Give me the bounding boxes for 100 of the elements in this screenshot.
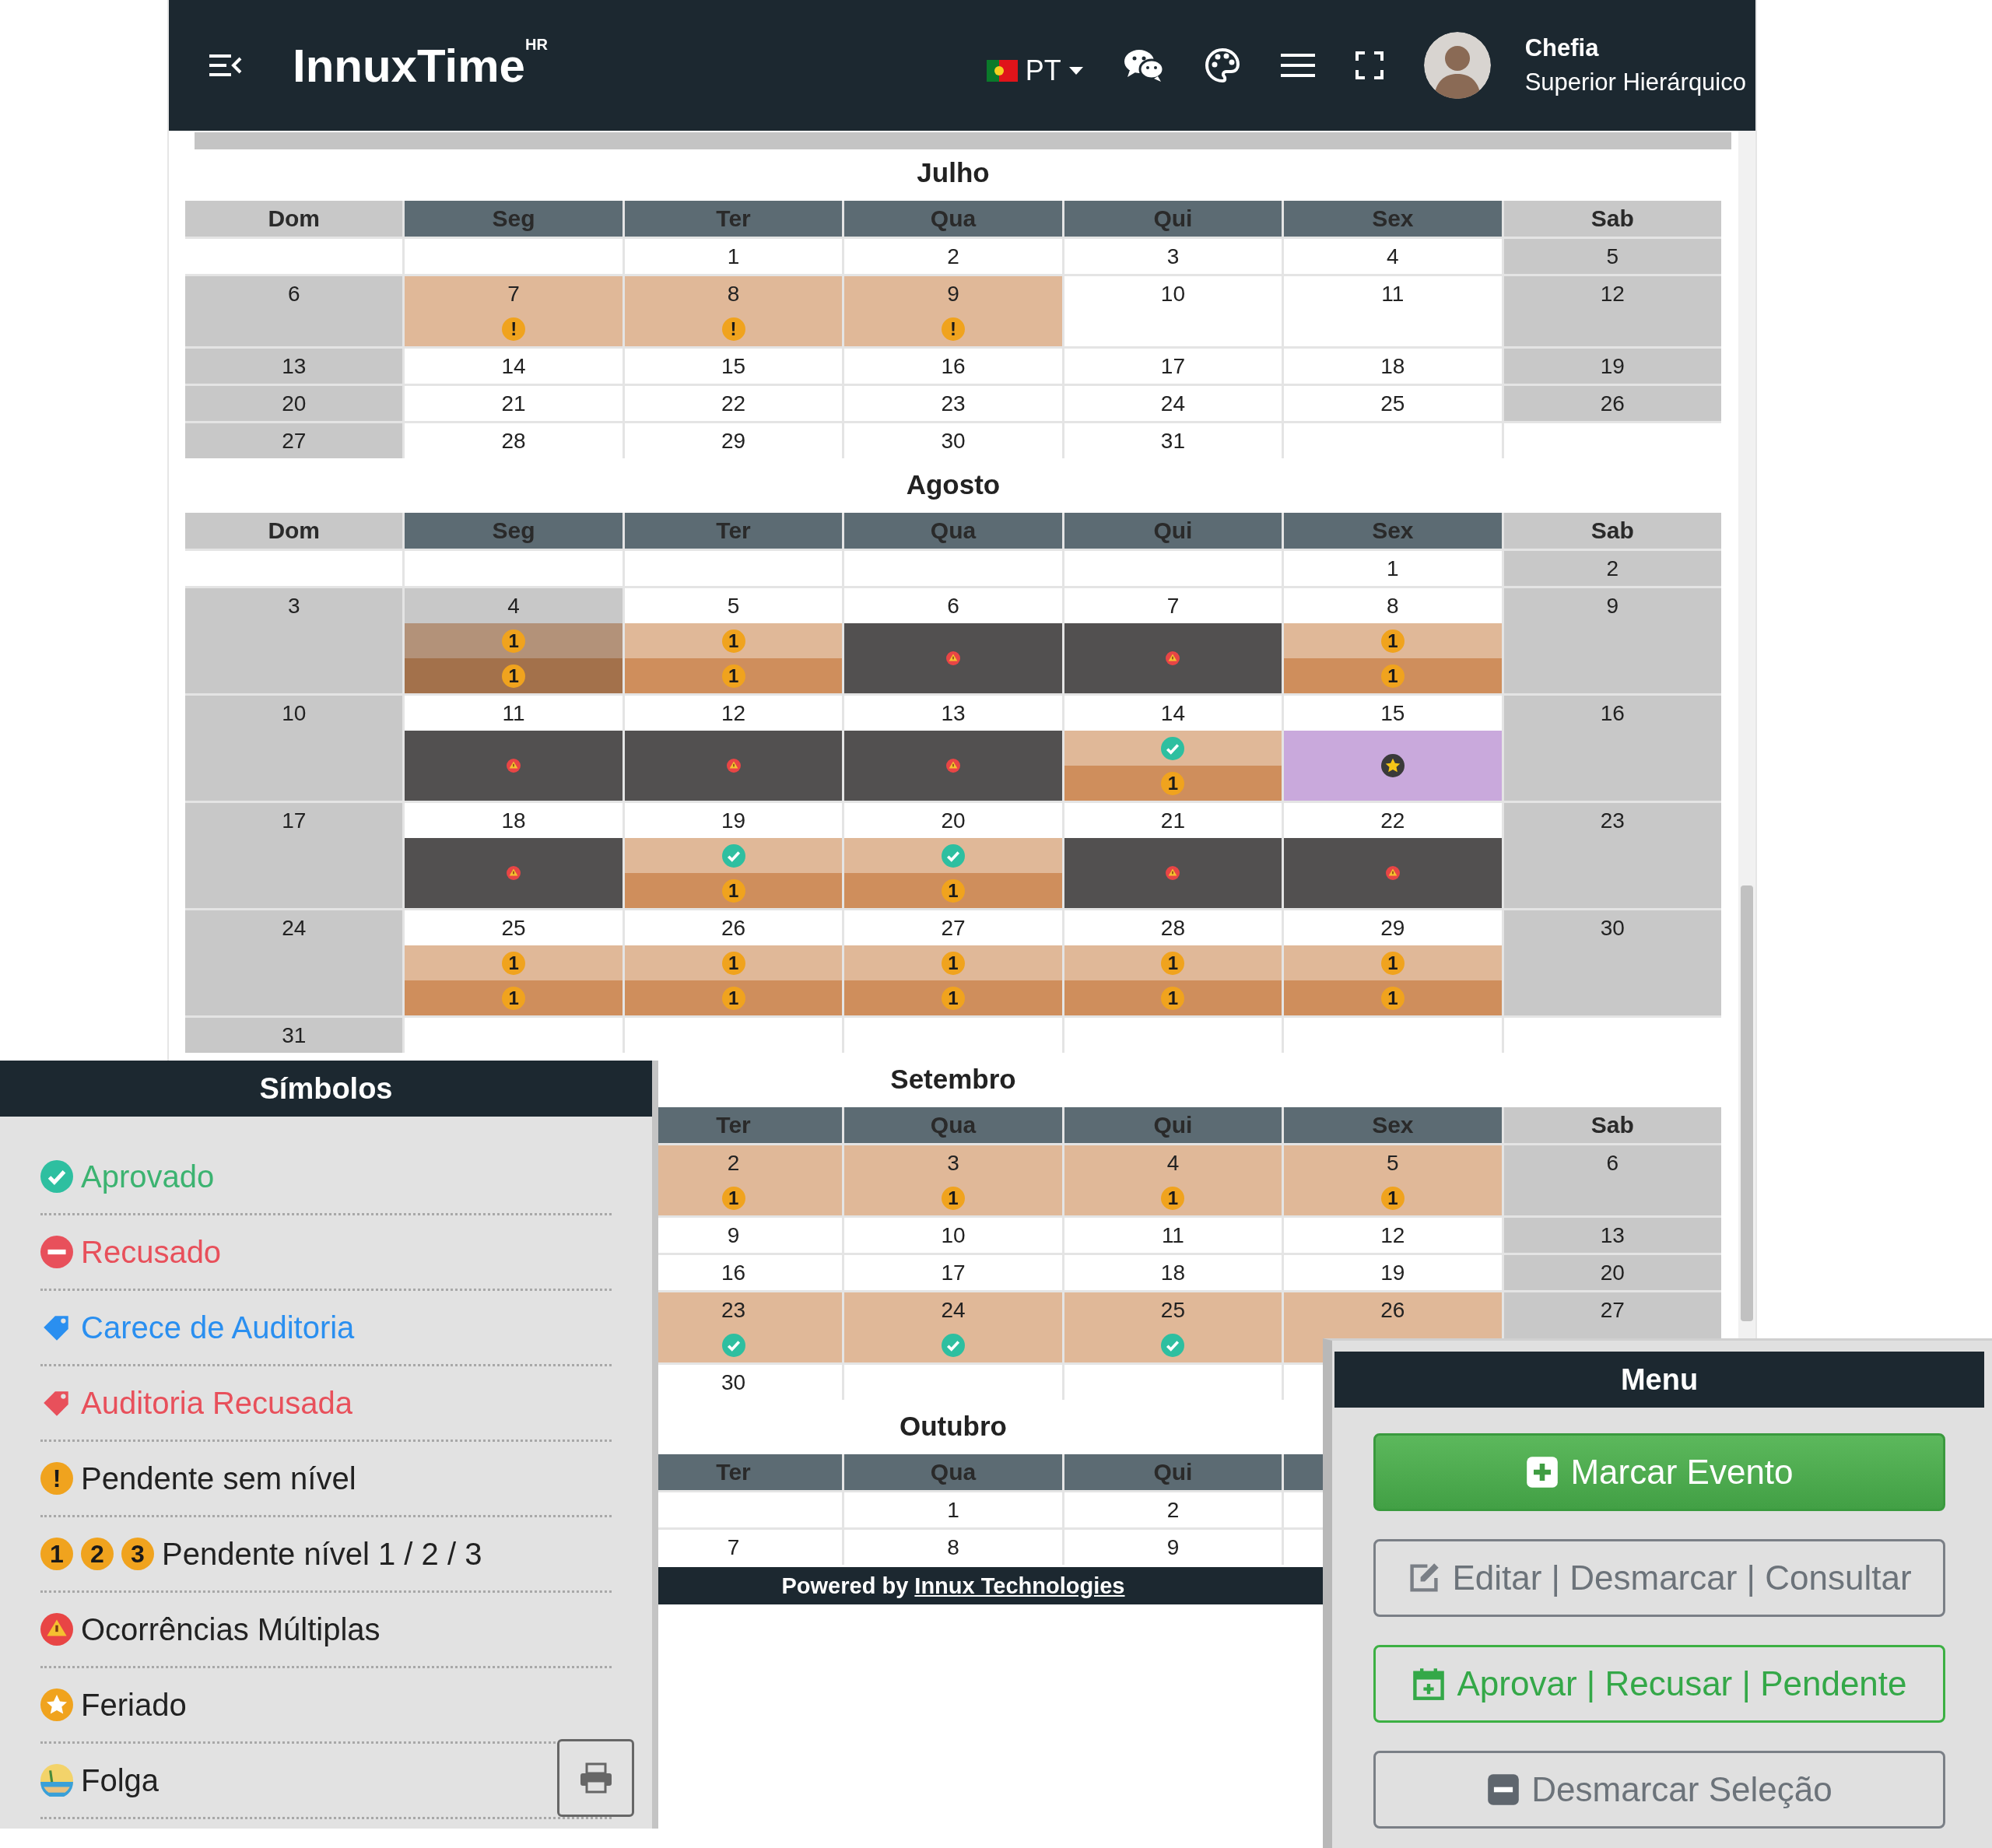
day-cell[interactable]: 6 [185, 276, 403, 346]
day-cell[interactable]: 20 [185, 386, 403, 421]
day-cell[interactable]: 4 [1284, 239, 1502, 274]
day-cell[interactable]: 21 [1064, 803, 1282, 908]
day-cell[interactable]: 8 ! [624, 276, 843, 346]
day-cell[interactable]: 24 [1064, 386, 1282, 421]
day-cell[interactable]: 6 [844, 588, 1062, 693]
day-number: 15 [1380, 700, 1405, 727]
day-cell[interactable]: 25 [1064, 1292, 1282, 1362]
day-cell[interactable]: 3 [185, 588, 403, 693]
day-cell[interactable]: 28 1 1 [1064, 910, 1282, 1015]
day-cell[interactable]: 16 [1503, 696, 1721, 801]
day-cell[interactable]: 17 [844, 1255, 1062, 1290]
day-cell[interactable]: 9 [1064, 1530, 1282, 1565]
day-cell[interactable]: 8 [844, 1530, 1062, 1565]
menu-collapse-icon[interactable] [209, 54, 242, 77]
menu-icon[interactable] [1280, 53, 1315, 78]
day-cell[interactable]: 15 [624, 349, 843, 384]
day-cell[interactable]: 27 [185, 423, 403, 458]
status-badge: ! [40, 1462, 73, 1495]
day-cell[interactable]: 11 [1284, 276, 1502, 346]
day-cell[interactable]: 13 [844, 696, 1062, 801]
day-cell[interactable]: 13 [185, 349, 403, 384]
palette-icon[interactable] [1204, 47, 1240, 83]
weekday-header: Sex [1284, 513, 1502, 549]
day-cell[interactable]: 21 [405, 386, 622, 421]
day-cell[interactable]: 29 1 1 [1284, 910, 1502, 1015]
day-cell[interactable]: 23 [844, 386, 1062, 421]
day-cell[interactable]: 3 [1064, 239, 1282, 274]
day-cell[interactable]: 29 [624, 423, 843, 458]
day-cell[interactable]: 22 [624, 386, 843, 421]
day-cell[interactable]: 5 1 [1284, 1145, 1502, 1215]
day-cell[interactable]: 1 [624, 239, 843, 274]
day-cell[interactable]: 5 1 1 [624, 588, 843, 693]
day-cell[interactable]: 23 [1503, 803, 1721, 908]
day-cell[interactable]: 16 [844, 349, 1062, 384]
day-cell[interactable]: 3 1 [844, 1145, 1062, 1215]
day-cell[interactable]: 10 [844, 1218, 1062, 1253]
day-cell[interactable]: 19 [1284, 1255, 1502, 1290]
day-cell[interactable]: 17 [185, 803, 403, 908]
day-cell[interactable]: 19 [1503, 349, 1721, 384]
action-button[interactable]: Editar | Desmarcar | Consultar [1373, 1539, 1945, 1617]
day-cell[interactable]: 5 [1503, 239, 1721, 274]
day-cell[interactable]: 14 1 [1064, 696, 1282, 801]
day-cell[interactable]: 18 [1064, 1255, 1282, 1290]
day-cell[interactable]: 25 1 1 [405, 910, 622, 1015]
day-cell[interactable]: 27 1 1 [844, 910, 1062, 1015]
day-cell[interactable]: 15 [1284, 696, 1502, 801]
day-cell[interactable]: 28 [405, 423, 622, 458]
day-number: 2 [1166, 1497, 1180, 1524]
chat-icon[interactable] [1123, 48, 1164, 82]
day-cell[interactable]: 22 [1284, 803, 1502, 908]
day-cell[interactable]: 24 [185, 910, 403, 1015]
day-cell[interactable]: 13 [1503, 1218, 1721, 1253]
fullscreen-icon[interactable] [1355, 51, 1384, 79]
day-cell[interactable]: 20 1 [844, 803, 1062, 908]
day-cell[interactable]: 12 [1284, 1218, 1502, 1253]
company-link[interactable]: Innux Technologies [914, 1573, 1125, 1598]
day-cell[interactable]: 17 [1064, 349, 1282, 384]
day-cell[interactable]: 10 [1064, 276, 1282, 346]
day-cell[interactable]: 14 [405, 349, 622, 384]
day-cell[interactable]: 12 [624, 696, 843, 801]
day-cell[interactable]: 7 ! [405, 276, 622, 346]
day-cell[interactable]: 2 [844, 239, 1062, 274]
day-cell[interactable]: 26 1 1 [624, 910, 843, 1015]
day-number: 17 [282, 808, 307, 834]
day-cell[interactable]: 4 1 1 [405, 588, 622, 693]
day-cell[interactable]: 30 [1503, 910, 1721, 1015]
day-cell[interactable]: 2 [1503, 551, 1721, 586]
avatar[interactable] [1423, 32, 1491, 99]
day-cell[interactable]: 31 [185, 1018, 403, 1053]
day-cell[interactable]: 24 [844, 1292, 1062, 1362]
day-cell[interactable]: 8 1 1 [1284, 588, 1502, 693]
language-button[interactable]: PT [986, 54, 1083, 87]
day-cell[interactable]: 1 [1284, 551, 1502, 586]
day-cell[interactable]: 11 [1064, 1218, 1282, 1253]
day-cell[interactable]: 9 [1503, 588, 1721, 693]
day-cell[interactable]: 4 1 [1064, 1145, 1282, 1215]
day-cell[interactable]: 18 [1284, 349, 1502, 384]
day-cell[interactable]: 31 [1064, 423, 1282, 458]
day-cell[interactable]: 1 [844, 1492, 1062, 1527]
scroll-thumb[interactable] [1741, 885, 1753, 1321]
day-cell[interactable]: 9 ! [844, 276, 1062, 346]
legend-label: Pendente sem nível [81, 1461, 356, 1497]
check-icon [1161, 1333, 1185, 1357]
action-button[interactable]: Desmarcar Seleção [1373, 1751, 1945, 1829]
day-cell[interactable]: 19 1 [624, 803, 843, 908]
day-cell[interactable]: 11 [405, 696, 622, 801]
day-cell[interactable]: 25 [1284, 386, 1502, 421]
day-cell[interactable]: 20 [1503, 1255, 1721, 1290]
day-cell[interactable]: 18 [405, 803, 622, 908]
day-cell[interactable]: 10 [185, 696, 403, 801]
day-cell[interactable]: 2 [1064, 1492, 1282, 1527]
print-button[interactable] [557, 1739, 634, 1817]
day-cell[interactable]: 6 [1503, 1145, 1721, 1215]
day-cell[interactable]: 12 [1503, 276, 1721, 346]
day-number: 18 [501, 808, 526, 834]
day-cell[interactable]: 7 [1064, 588, 1282, 693]
day-cell[interactable]: 30 [844, 423, 1062, 458]
day-cell[interactable]: 26 [1503, 386, 1721, 421]
